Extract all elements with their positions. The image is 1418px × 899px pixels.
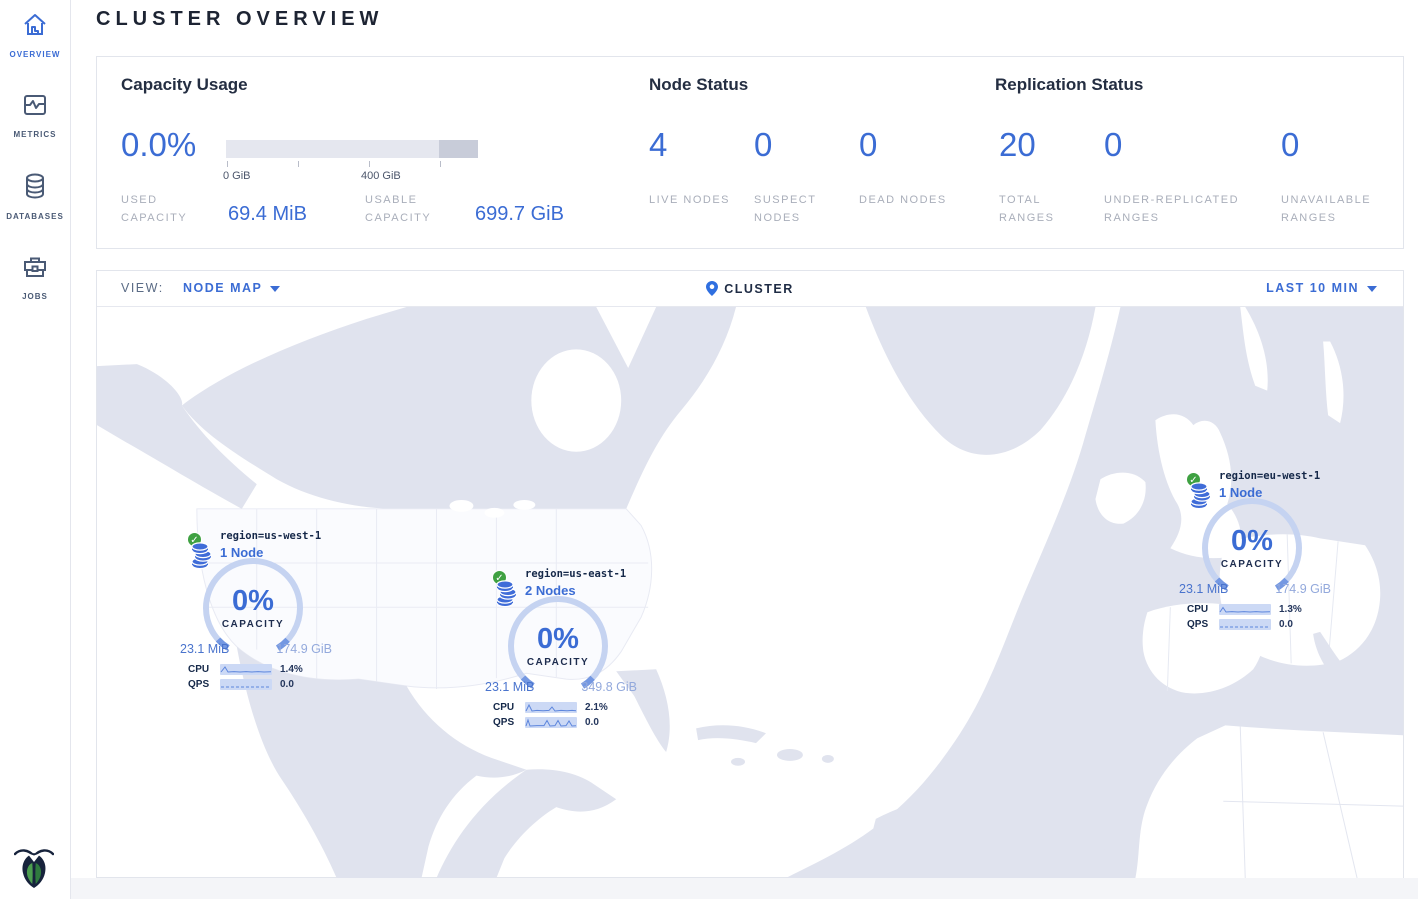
gauge-percent: 0% [1197, 525, 1307, 558]
cockroachdb-logo [14, 843, 54, 889]
capacity-used-percent: 0.0% [121, 126, 196, 164]
node-region-label: region=us-east-1 [525, 568, 626, 580]
cluster-overview-page: OVERVIEW METRICS DATABASES [0, 0, 1418, 899]
capacity-bar-reserved-segment [439, 140, 478, 158]
node-total-capacity: 174.9 GiB [276, 642, 332, 656]
suspect-nodes-value: 0 [754, 126, 772, 164]
qps-value: 0.0 [280, 679, 294, 690]
cpu-label: CPU [1187, 604, 1219, 615]
breadcrumb-cluster: CLUSTER [97, 281, 1403, 296]
gauge-percent: 0% [198, 585, 308, 618]
gauge-capacity-label: CAPACITY [198, 619, 308, 630]
cpu-label: CPU [188, 664, 220, 675]
unavailable-ranges-label: UNAVAILABLE RANGES [1281, 191, 1411, 227]
page-title: CLUSTER OVERVIEW [96, 8, 383, 31]
node-map-card: VIEW: NODE MAP CLUSTER LAST 10 MIN [96, 270, 1404, 878]
node-region-label: region=us-west-1 [220, 530, 321, 542]
dead-nodes-value: 0 [859, 126, 877, 164]
total-ranges-label: TOTAL RANGES [999, 191, 1089, 227]
capacity-bar-tick [227, 161, 228, 167]
qps-label: QPS [188, 679, 220, 690]
node-used-capacity: 23.1 MiB [1179, 582, 1228, 596]
cpu-label: CPU [493, 702, 525, 713]
cpu-row: CPU 2.1% [493, 701, 639, 714]
sidebar-item-databases[interactable]: DATABASES [0, 172, 70, 224]
sidebar-item-label: DATABASES [6, 212, 64, 221]
time-range-value: LAST 10 MIN [1266, 281, 1359, 295]
page-bottom-band [71, 878, 1418, 899]
node-region-label: region=eu-west-1 [1219, 470, 1320, 482]
sidebar-item-jobs[interactable]: JOBS [0, 254, 70, 304]
qps-label: QPS [493, 717, 525, 728]
cpu-sparkline [1219, 604, 1271, 615]
cpu-row: CPU 1.3% [1187, 603, 1333, 616]
gauge-capacity-label: CAPACITY [503, 657, 613, 668]
cpu-value: 1.4% [280, 664, 303, 675]
qps-value: 0.0 [585, 717, 599, 728]
time-range-selector[interactable]: LAST 10 MIN [1266, 281, 1377, 295]
cpu-sparkline [525, 702, 577, 713]
sidebar-item-overview[interactable]: OVERVIEW [0, 12, 70, 62]
map-toolbar: VIEW: NODE MAP CLUSTER LAST 10 MIN [97, 271, 1403, 307]
main-content: CLUSTER OVERVIEW Capacity Usage 0.0% 0 G… [71, 0, 1418, 899]
qps-sparkline [525, 717, 577, 728]
under-replicated-ranges-value: 0 [1104, 126, 1122, 164]
briefcase-icon [22, 254, 48, 280]
node-total-capacity: 174.9 GiB [1275, 582, 1331, 596]
map-pin-icon [706, 281, 718, 296]
gauge-percent: 0% [503, 623, 613, 656]
cpu-row: CPU 1.4% [188, 663, 334, 676]
qps-row: QPS 0.0 [493, 716, 639, 729]
metrics-icon [22, 92, 48, 118]
cpu-sparkline [220, 664, 272, 675]
node-total-capacity: 349.8 GiB [581, 680, 637, 694]
sidebar: OVERVIEW METRICS DATABASES [0, 0, 71, 899]
qps-value: 0.0 [1279, 619, 1293, 630]
home-icon [22, 12, 48, 38]
qps-label: QPS [1187, 619, 1219, 630]
capacity-tick-label: 0 GiB [223, 170, 251, 182]
capacity-bar-tick [369, 161, 370, 167]
capacity-bar-tick [298, 161, 299, 167]
used-capacity-label: USED CAPACITY [121, 191, 213, 227]
qps-row: QPS 0.0 [188, 678, 334, 691]
node-used-capacity: 23.1 MiB [180, 642, 229, 656]
live-nodes-label: LIVE NODES [649, 191, 739, 209]
sidebar-item-metrics[interactable]: METRICS [0, 92, 70, 142]
sidebar-item-label: OVERVIEW [10, 50, 61, 59]
suspect-nodes-label: SUSPECT NODES [754, 191, 844, 227]
capacity-tick-label: 400 GiB [361, 170, 401, 182]
qps-sparkline [220, 679, 272, 690]
unavailable-ranges-value: 0 [1281, 126, 1299, 164]
under-replicated-ranges-label: UNDER-REPLICATED RANGES [1104, 191, 1274, 227]
dead-nodes-label: DEAD NODES [859, 191, 949, 209]
gauge-capacity-label: CAPACITY [1197, 559, 1307, 570]
chevron-down-icon [1367, 286, 1377, 292]
database-icon [22, 172, 48, 200]
live-nodes-value: 4 [649, 126, 667, 164]
sidebar-item-label: METRICS [14, 130, 57, 139]
node-used-capacity: 23.1 MiB [485, 680, 534, 694]
node-marker-eu-west-1[interactable]: ✓ region=eu-west-1 1 Node 0% [1177, 462, 1333, 640]
sidebar-item-label: JOBS [22, 292, 48, 301]
capacity-bar-tick [440, 161, 441, 167]
cpu-value: 1.3% [1279, 604, 1302, 615]
breadcrumb-cluster-label: CLUSTER [724, 282, 794, 296]
node-marker-us-east-1[interactable]: ✓ region=us-east-1 2 Nodes 0% [483, 560, 639, 738]
replication-status-title: Replication Status [995, 75, 1143, 95]
cluster-summary-card: Capacity Usage 0.0% 0 GiB 400 GiB USED C… [96, 56, 1404, 249]
node-map[interactable]: ✓ region=us-west-1 1 Node 0% [97, 307, 1403, 878]
capacity-bar [226, 140, 478, 158]
usable-capacity-label: USABLE CAPACITY [365, 191, 457, 227]
qps-row: QPS 0.0 [1187, 618, 1333, 631]
used-capacity-value: 69.4 MiB [228, 203, 307, 226]
qps-sparkline [1219, 619, 1271, 630]
cpu-value: 2.1% [585, 702, 608, 713]
node-status-title: Node Status [649, 75, 748, 95]
usable-capacity-value: 699.7 GiB [475, 203, 564, 226]
node-marker-us-west-1[interactable]: ✓ region=us-west-1 1 Node 0% [178, 522, 334, 700]
capacity-usage-title: Capacity Usage [121, 75, 248, 95]
total-ranges-value: 20 [999, 126, 1036, 164]
